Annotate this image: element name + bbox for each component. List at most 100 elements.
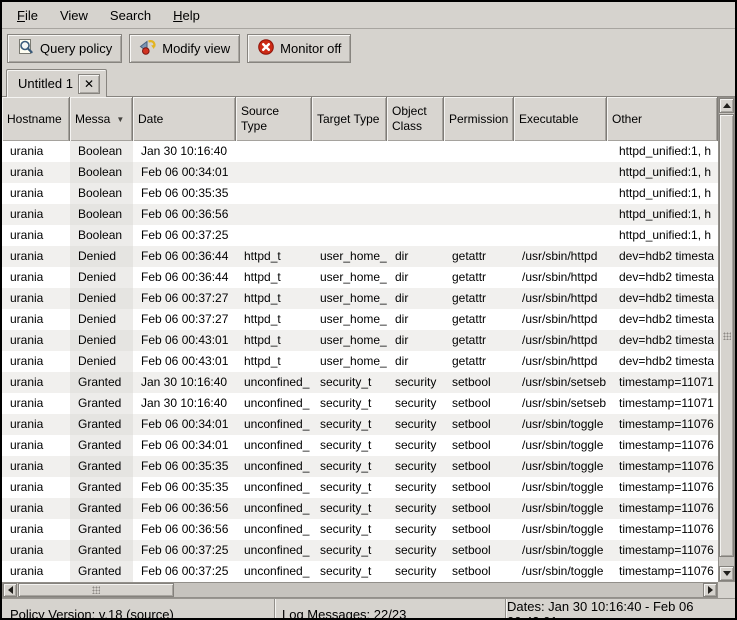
scroll-left-button[interactable]	[3, 583, 17, 597]
table-row[interactable]: uraniaDeniedFeb 06 00:36:44httpd_tuser_h…	[2, 267, 718, 288]
cell: dir	[387, 351, 444, 372]
vertical-scrollbar-thumb[interactable]	[719, 114, 734, 557]
thumb-grip	[723, 332, 731, 340]
cell	[387, 141, 444, 162]
cell: /usr/sbin/setseb	[514, 393, 607, 414]
cell: /usr/sbin/toggle	[514, 561, 607, 582]
cell: timestamp=11076	[607, 540, 718, 561]
cell: urania	[2, 540, 70, 561]
cell	[387, 225, 444, 246]
column-header-messa[interactable]: Messa▼	[70, 97, 133, 141]
scroll-down-button[interactable]	[719, 566, 734, 581]
table-row[interactable]: uraniaGrantedFeb 06 00:36:56unconfined_s…	[2, 519, 718, 540]
cell: user_home_	[312, 246, 387, 267]
cell: urania	[2, 351, 70, 372]
column-header-other[interactable]: Other	[607, 97, 718, 141]
table-row[interactable]: uraniaGrantedJan 30 10:16:40unconfined_s…	[2, 393, 718, 414]
arrow-down-icon	[723, 571, 731, 576]
cell	[236, 183, 312, 204]
cell: Feb 06 00:36:56	[133, 519, 236, 540]
table-row[interactable]: uraniaGrantedFeb 06 00:34:01unconfined_s…	[2, 414, 718, 435]
cell: dev=hdb2 timesta	[607, 351, 718, 372]
tab-untitled-1[interactable]: Untitled 1 ✕	[6, 69, 107, 97]
menu-search[interactable]: Search	[99, 4, 162, 27]
vertical-scrollbar[interactable]	[718, 97, 735, 582]
monitor-off-button[interactable]: Monitor off	[247, 34, 351, 63]
table-row[interactable]: uraniaDeniedFeb 06 00:37:27httpd_tuser_h…	[2, 288, 718, 309]
cell: Feb 06 00:36:44	[133, 267, 236, 288]
log-messages-status: Log Messages: 22/23	[276, 599, 505, 620]
cell: Granted	[70, 498, 133, 519]
scroll-right-button[interactable]	[703, 583, 717, 597]
table-row[interactable]: uraniaDeniedFeb 06 00:36:44httpd_tuser_h…	[2, 246, 718, 267]
table-row[interactable]: uraniaGrantedFeb 06 00:37:25unconfined_s…	[2, 540, 718, 561]
menu-file[interactable]: File	[6, 4, 49, 27]
cell: timestamp=11076	[607, 519, 718, 540]
menu-help[interactable]: Help	[162, 4, 211, 27]
cell: /usr/sbin/toggle	[514, 498, 607, 519]
table-row[interactable]: uraniaGrantedFeb 06 00:36:56unconfined_s…	[2, 498, 718, 519]
column-header-executable[interactable]: Executable	[514, 97, 607, 141]
cell: getattr	[444, 246, 514, 267]
table-row[interactable]: uraniaGrantedJan 30 10:16:40unconfined_s…	[2, 372, 718, 393]
cell: httpd_unified:1, h	[607, 162, 718, 183]
cell: httpd_t	[236, 288, 312, 309]
table-row[interactable]: uraniaDeniedFeb 06 00:43:01httpd_tuser_h…	[2, 351, 718, 372]
query-policy-button[interactable]: Query policy	[7, 34, 122, 63]
scroll-up-button[interactable]	[719, 98, 734, 113]
cell	[312, 204, 387, 225]
scrollbar-corner	[718, 582, 735, 598]
cell: Feb 06 00:36:44	[133, 246, 236, 267]
column-header-hostname[interactable]: Hostname	[2, 97, 70, 141]
column-header-date[interactable]: Date	[133, 97, 236, 141]
horizontal-scrollbar[interactable]	[2, 582, 718, 598]
table-row[interactable]: uraniaGrantedFeb 06 00:35:35unconfined_s…	[2, 477, 718, 498]
cell: urania	[2, 330, 70, 351]
column-header-source-type[interactable]: Source Type	[236, 97, 312, 141]
cell	[514, 225, 607, 246]
cell: Feb 06 00:37:25	[133, 225, 236, 246]
column-header-object-class[interactable]: Object Class	[387, 97, 444, 141]
table-row[interactable]: uraniaBooleanFeb 06 00:35:35httpd_unifie…	[2, 183, 718, 204]
tab-bar: Untitled 1 ✕	[2, 67, 735, 96]
table-row[interactable]: uraniaBooleanFeb 06 00:34:01httpd_unifie…	[2, 162, 718, 183]
cell: Boolean	[70, 204, 133, 225]
cell: dev=hdb2 timesta	[607, 246, 718, 267]
cell: dir	[387, 288, 444, 309]
table-row[interactable]: uraniaBooleanJan 30 10:16:40httpd_unifie…	[2, 141, 718, 162]
cell	[236, 162, 312, 183]
menu-view[interactable]: View	[49, 4, 99, 27]
cell	[236, 141, 312, 162]
tab-close-button[interactable]: ✕	[78, 74, 100, 94]
cell: httpd_t	[236, 267, 312, 288]
table-row[interactable]: uraniaBooleanFeb 06 00:37:25httpd_unifie…	[2, 225, 718, 246]
table-row[interactable]: uraniaGrantedFeb 06 00:35:35unconfined_s…	[2, 456, 718, 477]
cell: Denied	[70, 288, 133, 309]
arrow-left-icon	[8, 586, 13, 594]
modify-view-button[interactable]: Modify view	[129, 34, 240, 63]
cell: urania	[2, 393, 70, 414]
cell: Feb 06 00:35:35	[133, 477, 236, 498]
cell: httpd_t	[236, 330, 312, 351]
table-row[interactable]: uraniaGrantedFeb 06 00:34:01unconfined_s…	[2, 435, 718, 456]
cell: security_t	[312, 477, 387, 498]
cell: timestamp=11076	[607, 456, 718, 477]
cell: security_t	[312, 435, 387, 456]
cell: security	[387, 477, 444, 498]
cell	[514, 204, 607, 225]
cell: urania	[2, 519, 70, 540]
cell: Feb 06 00:34:01	[133, 435, 236, 456]
horizontal-scrollbar-thumb[interactable]	[18, 583, 174, 597]
cell: setbool	[444, 561, 514, 582]
cell: timestamp=11076	[607, 477, 718, 498]
table-row[interactable]: uraniaDeniedFeb 06 00:43:01httpd_tuser_h…	[2, 330, 718, 351]
column-header-target-type[interactable]: Target Type	[312, 97, 387, 141]
table-row[interactable]: uraniaGrantedFeb 06 00:37:25unconfined_s…	[2, 561, 718, 582]
modify-view-label: Modify view	[162, 41, 230, 56]
cell	[444, 183, 514, 204]
cell: setbool	[444, 393, 514, 414]
column-header-permission[interactable]: Permission	[444, 97, 514, 141]
table-row[interactable]: uraniaDeniedFeb 06 00:37:27httpd_tuser_h…	[2, 309, 718, 330]
cell: user_home_	[312, 288, 387, 309]
table-row[interactable]: uraniaBooleanFeb 06 00:36:56httpd_unifie…	[2, 204, 718, 225]
